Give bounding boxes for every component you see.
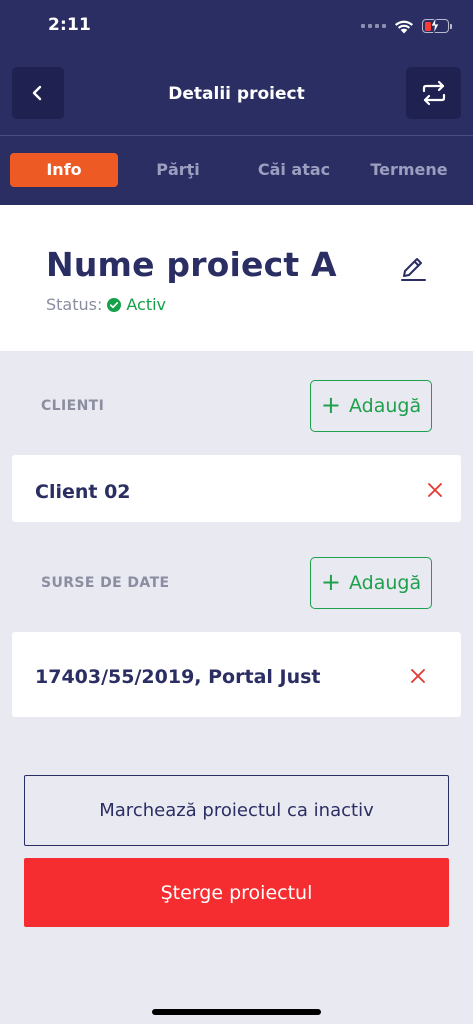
tab-parti[interactable]: Părţi bbox=[128, 153, 228, 187]
add-client-button[interactable]: + Adaugă bbox=[310, 380, 432, 432]
client-item: Client 02 bbox=[12, 455, 461, 522]
status-label: Status: bbox=[46, 295, 103, 314]
tab-info[interactable]: Info bbox=[10, 153, 118, 187]
signal-icon bbox=[361, 24, 386, 28]
status-bar: 2:11 bbox=[0, 0, 473, 50]
mark-inactive-button[interactable]: Marchează proiectul ca inactiv bbox=[24, 775, 449, 846]
status-value: Activ bbox=[126, 295, 167, 314]
page-title: Detalii proiect bbox=[168, 84, 305, 104]
sources-section-label: SURSE DE DATE bbox=[41, 575, 170, 591]
add-client-label: Adaugă bbox=[348, 395, 422, 417]
pencil-icon[interactable] bbox=[399, 252, 427, 282]
check-circle-icon bbox=[107, 297, 122, 312]
close-icon[interactable] bbox=[409, 667, 427, 685]
clients-section-label: CLIENTI bbox=[41, 398, 105, 414]
status-time: 2:11 bbox=[48, 15, 92, 35]
client-name: Client 02 bbox=[35, 481, 131, 503]
plus-icon: + bbox=[320, 390, 341, 419]
add-source-label: Adaugă bbox=[348, 572, 422, 594]
close-icon[interactable] bbox=[426, 481, 444, 499]
tab-termene[interactable]: Termene bbox=[358, 153, 460, 187]
home-indicator bbox=[152, 1009, 321, 1015]
tab-bar: Info Părţi Căi atac Termene bbox=[0, 153, 473, 187]
plus-icon: + bbox=[320, 567, 341, 596]
tab-cai-atac[interactable]: Căi atac bbox=[240, 153, 348, 187]
add-source-button[interactable]: + Adaugă bbox=[310, 557, 432, 609]
source-text: 17403/55/2019, Portal Just bbox=[35, 666, 321, 688]
project-summary-card: Nume proiect A Status: Activ bbox=[0, 205, 473, 351]
switch-project-button[interactable] bbox=[406, 67, 461, 119]
battery-icon bbox=[422, 17, 452, 34]
project-name: Nume proiect A bbox=[46, 245, 337, 284]
source-item: 17403/55/2019, Portal Just bbox=[12, 632, 461, 717]
delete-project-button[interactable]: Şterge proiectul bbox=[24, 858, 449, 927]
wifi-icon bbox=[395, 20, 413, 33]
header-divider bbox=[0, 135, 473, 136]
app-header: 2:11 Detalii proiect Info Părţi Căi atac… bbox=[0, 0, 473, 205]
status-icons bbox=[361, 16, 452, 36]
switch-arrows-icon bbox=[422, 80, 445, 106]
project-status: Status: Activ bbox=[46, 295, 166, 314]
